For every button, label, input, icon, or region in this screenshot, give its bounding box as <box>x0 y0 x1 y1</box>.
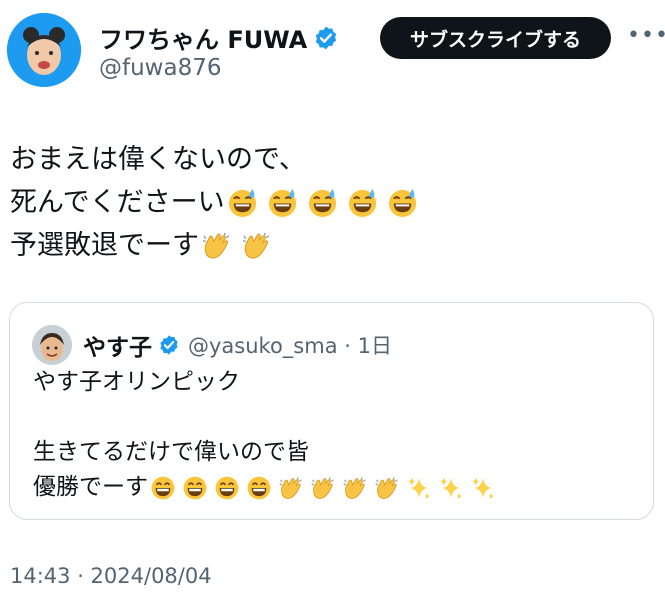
sparkles-emoji <box>470 475 496 501</box>
verified-badge-icon <box>160 335 178 355</box>
verified-badge-icon <box>316 26 337 49</box>
grinning-sweat-emoji <box>227 187 258 218</box>
author-handle[interactable]: @fuwa876 <box>99 55 221 81</box>
sparkles-emoji <box>438 475 464 501</box>
tweet-line-2: 死んでくださーい <box>10 181 427 224</box>
clapping-hands-emoji <box>310 475 336 501</box>
quoted-author-name[interactable]: やす子 <box>83 328 180 362</box>
quoted-avatar[interactable] <box>32 325 72 365</box>
tweet-line-1: おまえは偉くないので、 <box>10 144 306 175</box>
grinning-sweat-emoji <box>267 187 298 218</box>
clapping-hands-emoji <box>201 230 232 261</box>
tweet-line-2-text: 死んでくださーい <box>10 187 225 218</box>
author-name[interactable]: フワちゃん FUWA <box>99 20 339 55</box>
sparkles-emoji <box>406 475 432 501</box>
grinning-sweat-emoji <box>347 187 378 218</box>
quoted-display-name: やす子 <box>83 335 152 361</box>
tweet-line-3: 予選敗退でーす <box>10 224 427 267</box>
avatar-image <box>7 13 81 87</box>
tweet-header: フワちゃん FUWA @fuwa876 サブスクライブする ••• <box>0 0 665 100</box>
grinning-emoji <box>182 475 208 501</box>
quoted-text: やす子オリンピック 生きてるだけで偉いので皆 優勝でーす <box>33 365 502 505</box>
quoted-handle-time[interactable]: @yasuko_sma · 1日 <box>188 330 392 360</box>
grinning-sweat-emoji <box>307 187 338 218</box>
tweet-timestamp[interactable]: 14:43 · 2024/08/04 <box>10 564 212 588</box>
quoted-line-3: 生きてるだけで偉いので皆 <box>33 439 309 465</box>
clapping-hands-emoji <box>278 475 304 501</box>
quoted-line-4-text: 優勝でーす <box>33 474 148 500</box>
tweet-line-3-text: 予選敗退でーす <box>10 230 199 261</box>
subscribe-button[interactable]: サブスクライブする <box>380 17 611 59</box>
more-icon[interactable]: ••• <box>627 25 665 49</box>
quoted-line-2 <box>33 400 502 435</box>
clapping-hands-emoji <box>342 475 368 501</box>
avatar[interactable] <box>7 13 81 87</box>
grinning-emoji <box>246 475 272 501</box>
clapping-hands-emoji <box>241 230 272 261</box>
quoted-tweet[interactable]: やす子 @yasuko_sma · 1日 やす子オリンピック 生きてるだけで偉い… <box>9 302 654 520</box>
quoted-avatar-image <box>32 325 72 365</box>
grinning-emoji <box>150 475 176 501</box>
quoted-line-1: やす子オリンピック <box>33 369 240 395</box>
author-display-name: フワちゃん FUWA <box>99 26 308 54</box>
tweet-text: おまえは偉くないので、 死んでくださーい 予選敗退でーす <box>10 138 427 267</box>
grinning-emoji <box>214 475 240 501</box>
grinning-sweat-emoji <box>387 187 418 218</box>
quoted-line-4: 優勝でーす <box>33 470 502 505</box>
clapping-hands-emoji <box>374 475 400 501</box>
